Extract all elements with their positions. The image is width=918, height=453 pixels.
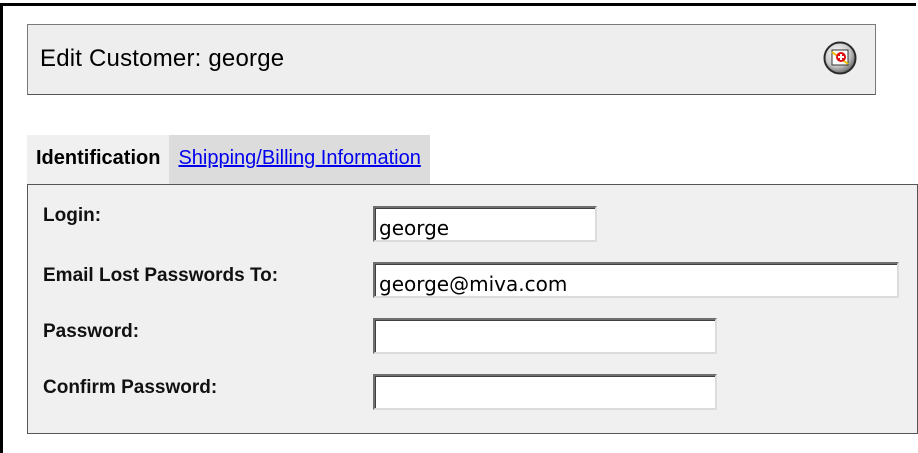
tab-strip: Identification Shipping/Billing Informat… <box>27 135 430 184</box>
tab-identification[interactable]: Identification <box>27 135 170 184</box>
password-input[interactable] <box>373 318 717 354</box>
confirm-password-label: Confirm Password: <box>43 377 218 398</box>
email-label: Email Lost Passwords To: <box>43 265 279 286</box>
email-input[interactable] <box>373 262 899 298</box>
login-label: Login: <box>43 205 102 226</box>
login-input[interactable] <box>373 206 597 242</box>
tab-shipping-billing[interactable]: Shipping/Billing Information <box>169 135 430 184</box>
title-bar: Edit Customer: george <box>27 24 876 95</box>
identification-panel: Login: Email Lost Passwords To: Password… <box>27 184 918 434</box>
page-title: Edit Customer: george <box>40 45 285 72</box>
help-icon[interactable] <box>823 41 857 75</box>
confirm-password-input[interactable] <box>373 374 717 410</box>
password-label: Password: <box>43 321 140 342</box>
